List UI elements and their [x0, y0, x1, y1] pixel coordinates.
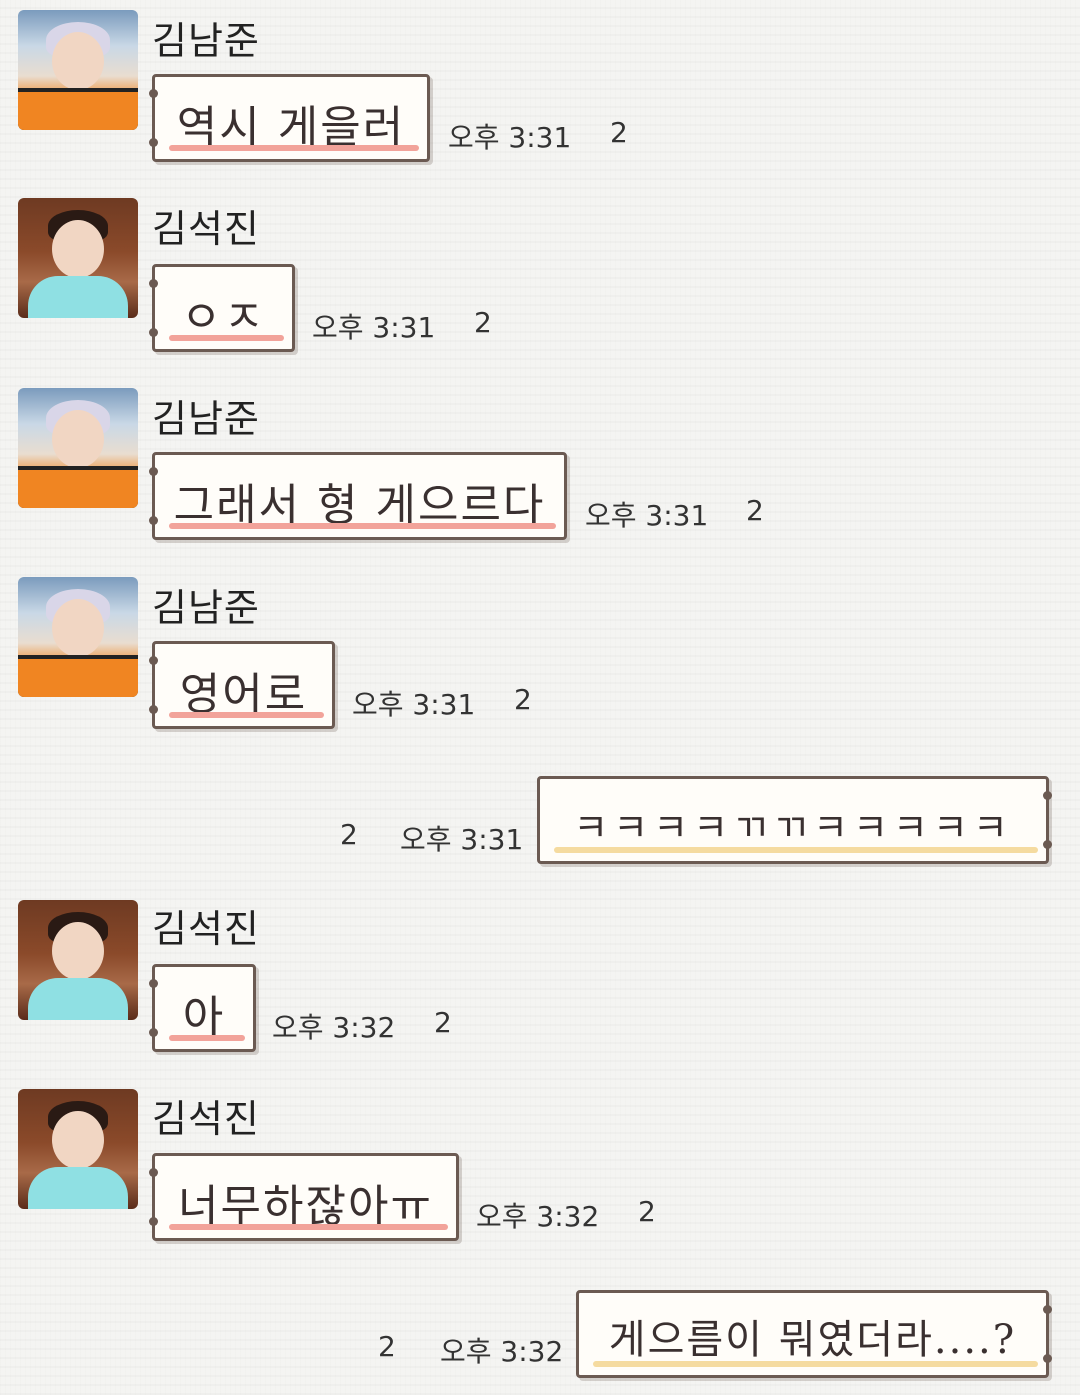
unread-count: 2: [474, 306, 492, 339]
message-time: 오후 3:32: [440, 1335, 564, 1368]
avatar-seokjin[interactable]: [18, 900, 138, 1020]
message-bubble[interactable]: 영어로: [149, 641, 335, 729]
message-text: ㅋㅋㅋㅋㄲㄲㅋㅋㅋㅋㅋ: [573, 806, 1013, 850]
avatar-namjoon[interactable]: [18, 10, 138, 130]
avatar-seokjin[interactable]: [18, 198, 138, 318]
sender-name: 김남준: [152, 19, 260, 63]
sender-name: 김석진: [152, 1097, 260, 1141]
unread-count: 2: [434, 1006, 452, 1039]
unread-count: 2: [638, 1195, 656, 1228]
sender-name: 김석진: [152, 207, 260, 251]
sender-name: 김남준: [152, 586, 260, 630]
message-bubble[interactable]: ㅋㅋㅋㅋㄲㄲㅋㅋㅋㅋㅋ: [537, 776, 1052, 864]
unread-count: 2: [746, 494, 764, 527]
message-time: 오후 3:31: [352, 688, 476, 721]
sender-name: 김남준: [152, 397, 260, 441]
unread-count: 2: [514, 683, 532, 716]
unread-count: 2: [610, 116, 628, 149]
message-time: 오후 3:31: [400, 823, 524, 856]
message-text: 게으름이 뭐였더라....?: [608, 1317, 1017, 1363]
avatar-seokjin[interactable]: [18, 1089, 138, 1209]
message-bubble[interactable]: 그래서 형 게으르다: [149, 452, 567, 540]
message-time: 오후 3:32: [272, 1011, 396, 1044]
unread-count: 2: [340, 818, 358, 851]
unread-count: 2: [378, 1330, 396, 1363]
message-time: 오후 3:32: [476, 1200, 600, 1233]
message-bubble[interactable]: 게으름이 뭐였더라....?: [576, 1290, 1052, 1378]
message-bubble[interactable]: 아: [149, 964, 256, 1052]
message-bubble[interactable]: ㅇㅈ: [149, 264, 295, 352]
avatar-namjoon[interactable]: [18, 388, 138, 508]
message-time: 오후 3:31: [312, 311, 436, 344]
message-bubble[interactable]: 너무하잖아ㅠ: [149, 1153, 459, 1241]
message-time: 오후 3:31: [448, 121, 572, 154]
message-bubble[interactable]: 역시 게을러: [149, 74, 430, 162]
message-time: 오후 3:31: [585, 499, 709, 532]
sender-name: 김석진: [152, 907, 260, 951]
avatar-namjoon[interactable]: [18, 577, 138, 697]
